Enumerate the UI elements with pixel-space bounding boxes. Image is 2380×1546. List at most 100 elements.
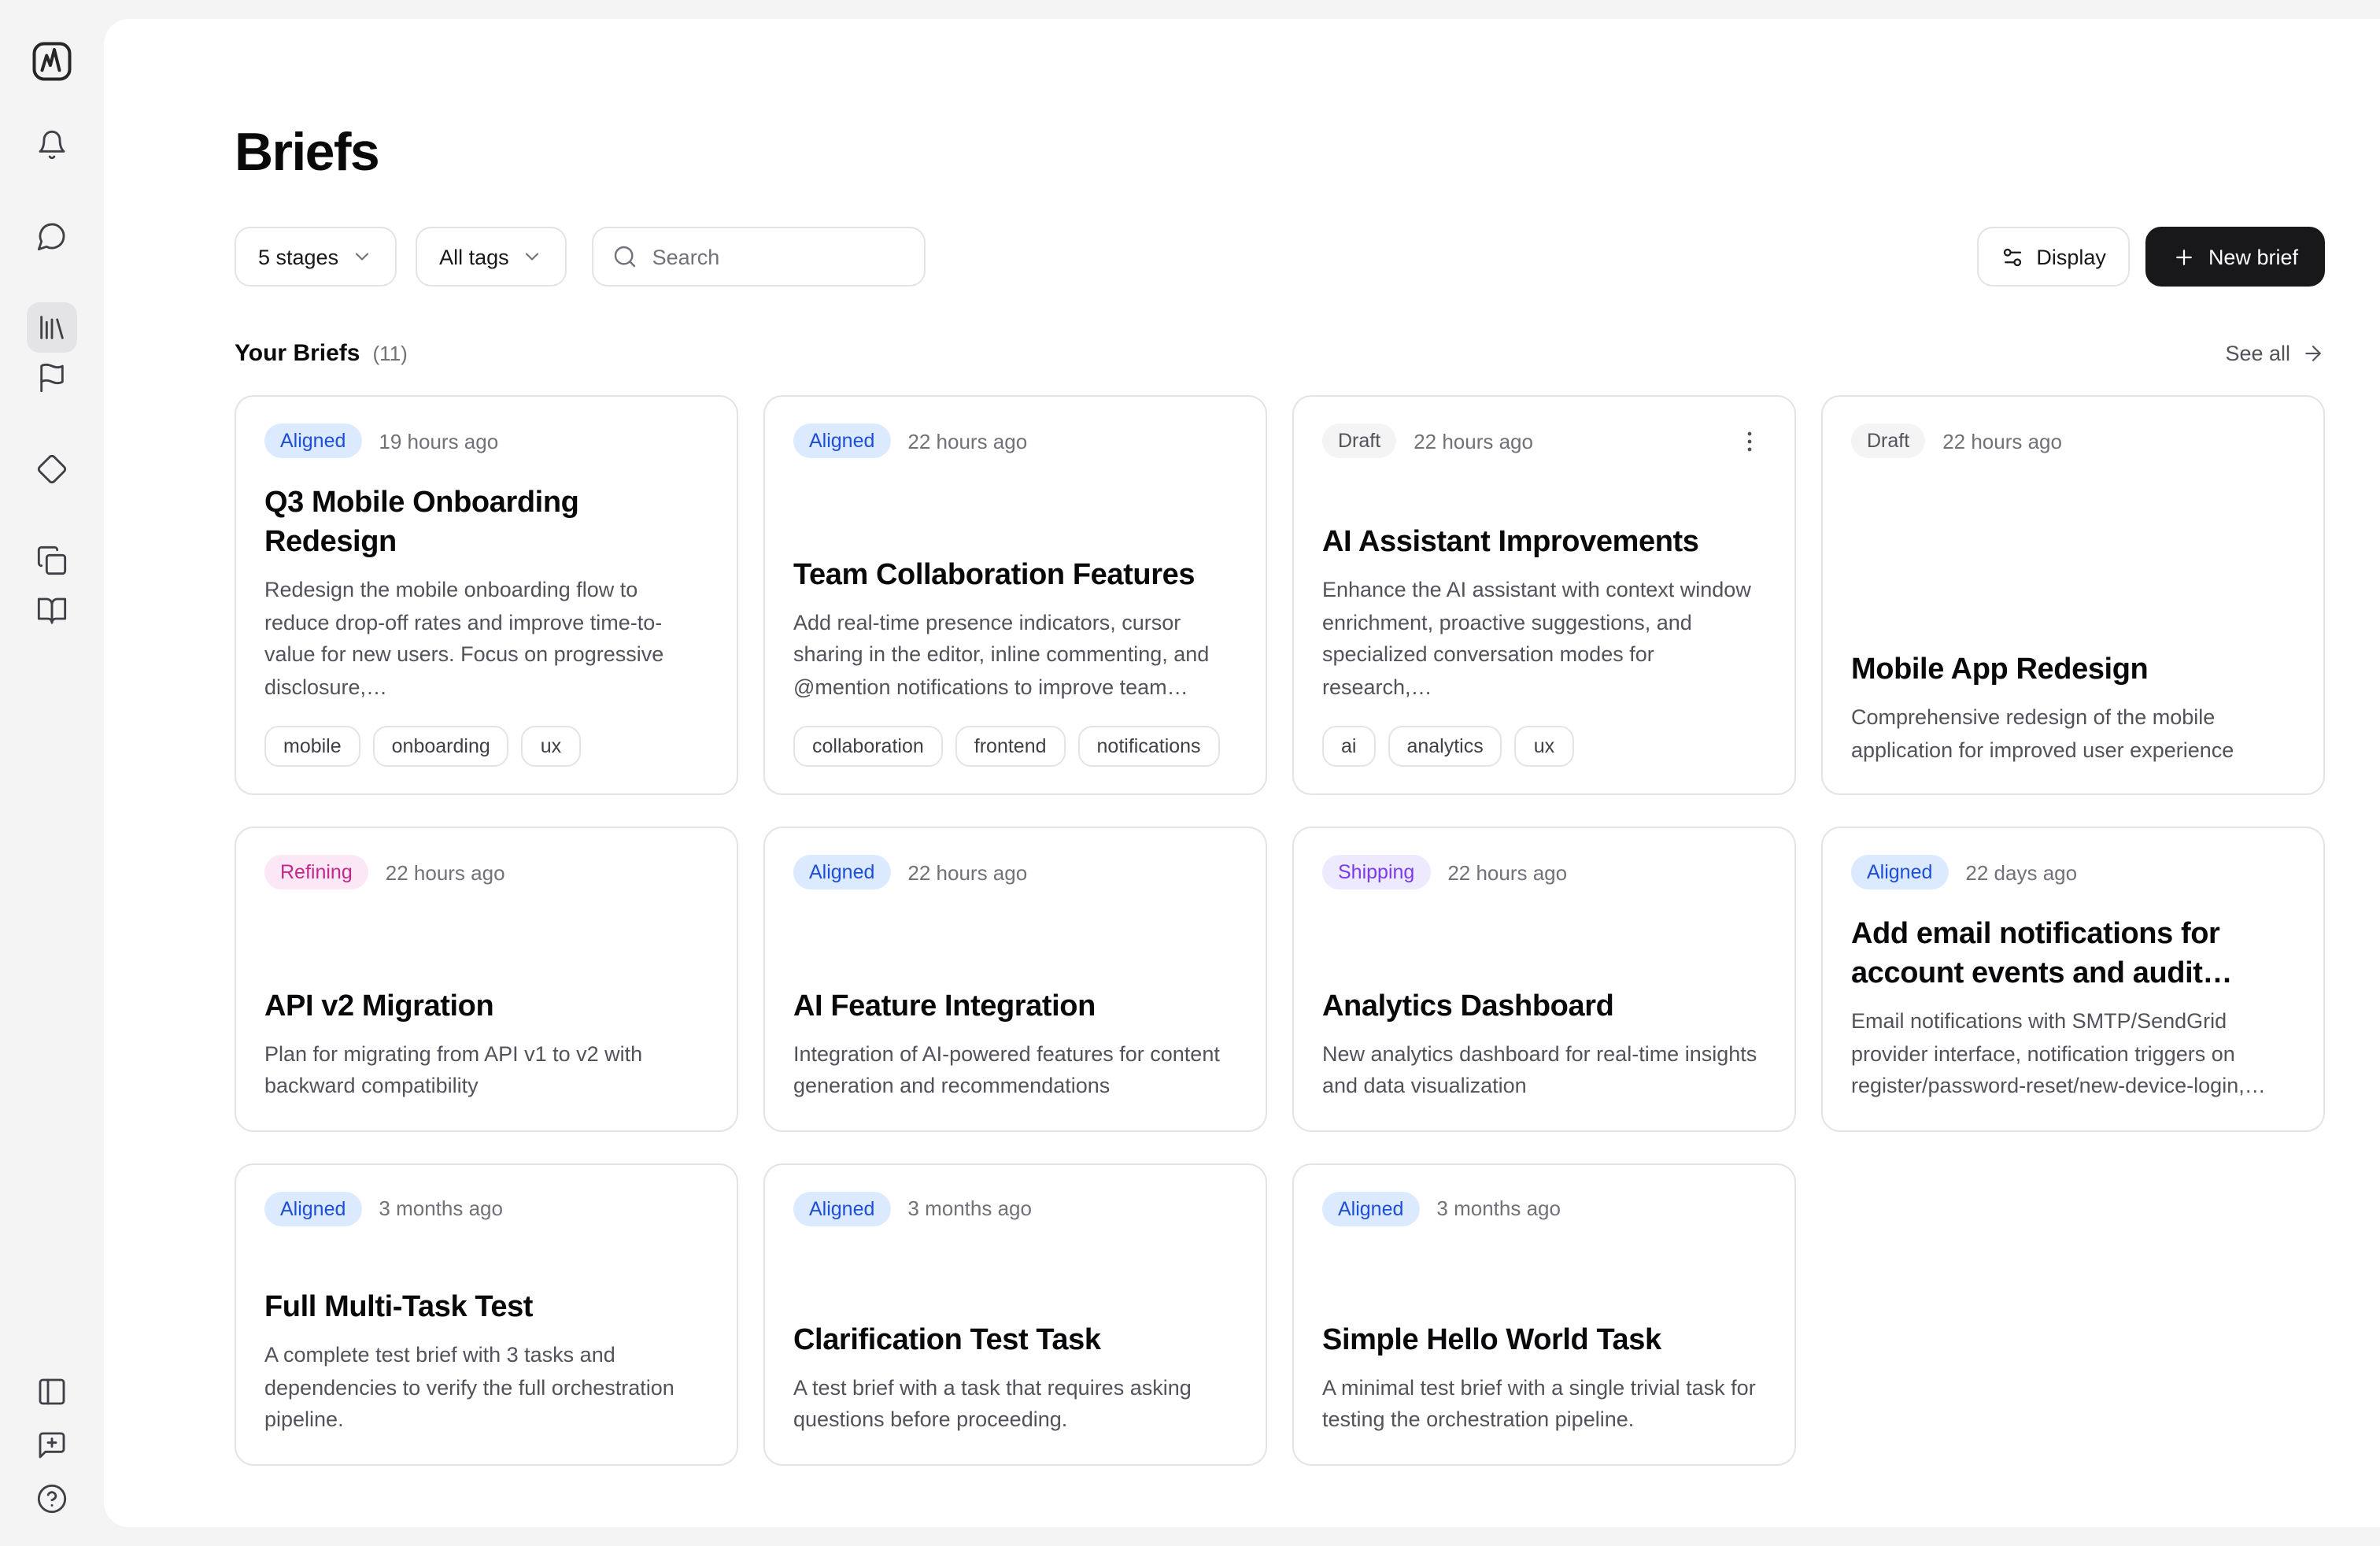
chevron-down-icon bbox=[351, 246, 373, 268]
brief-card[interactable]: Refining 22 hours ago API v2 Migration P… bbox=[235, 827, 738, 1131]
status-badge: Aligned bbox=[264, 1191, 361, 1226]
card-header: Aligned 22 hours ago bbox=[793, 423, 1237, 458]
brief-description: A minimal test brief with a single trivi… bbox=[1322, 1372, 1766, 1437]
copy-icon bbox=[36, 545, 68, 576]
card-timestamp: 22 hours ago bbox=[907, 860, 1027, 884]
search-box bbox=[593, 227, 926, 287]
more-vertical-icon bbox=[1735, 427, 1762, 454]
brief-card[interactable]: Aligned 3 months ago Simple Hello World … bbox=[1292, 1163, 1796, 1465]
card-timestamp: 3 months ago bbox=[907, 1196, 1032, 1220]
sidebar-item-copies[interactable] bbox=[27, 535, 77, 586]
display-button[interactable]: Display bbox=[1976, 227, 2130, 287]
tag-list: mobile onboarding ux bbox=[264, 726, 708, 767]
sidebar-item-toggle-panel[interactable] bbox=[27, 1367, 77, 1417]
new-brief-button[interactable]: New brief bbox=[2145, 227, 2325, 287]
see-all-label: See all bbox=[2225, 342, 2290, 365]
brief-description: Integration of AI-powered features for c… bbox=[793, 1038, 1237, 1103]
sidebar-item-notifications[interactable] bbox=[27, 120, 77, 170]
search-input[interactable] bbox=[652, 245, 906, 268]
tags-filter-dropdown[interactable]: All tags bbox=[416, 227, 567, 287]
arrow-right-icon bbox=[2301, 342, 2325, 365]
status-badge: Aligned bbox=[1851, 855, 1948, 890]
card-body: Team Collaboration Features Add real-tim… bbox=[793, 530, 1237, 767]
brief-description: A test brief with a task that requires a… bbox=[793, 1372, 1237, 1437]
sidebar-item-messages[interactable] bbox=[27, 211, 77, 261]
card-header: Aligned 3 months ago bbox=[793, 1191, 1237, 1226]
card-body: Add email notifications for account even… bbox=[1851, 890, 2295, 1103]
status-badge: Aligned bbox=[793, 855, 890, 890]
brief-card[interactable]: Aligned 19 hours ago Q3 Mobile Onboardin… bbox=[235, 395, 738, 795]
toolbar-right: Display New brief bbox=[1976, 227, 2325, 287]
page-title: Briefs bbox=[235, 123, 2325, 183]
card-timestamp: 22 hours ago bbox=[1447, 860, 1567, 884]
card-body: Full Multi-Task Test A complete test bri… bbox=[264, 1263, 708, 1437]
card-header: Refining 22 hours ago bbox=[264, 855, 708, 890]
search-icon bbox=[613, 244, 638, 269]
card-body: AI Feature Integration Integration of AI… bbox=[793, 961, 1237, 1103]
card-header: Draft 22 hours ago bbox=[1322, 423, 1766, 458]
card-header: Aligned 22 days ago bbox=[1851, 855, 2295, 890]
brief-title: AI Feature Integration bbox=[793, 986, 1237, 1026]
your-briefs-header: Your Briefs (11) See all bbox=[235, 340, 2325, 367]
brief-description: Add real-time presence indicators, curso… bbox=[793, 607, 1237, 704]
library-icon bbox=[36, 312, 68, 343]
card-timestamp: 22 hours ago bbox=[907, 429, 1027, 453]
card-header: Aligned 3 months ago bbox=[1322, 1191, 1766, 1226]
sidebar-item-flags[interactable] bbox=[27, 353, 77, 403]
brief-title: Mobile App Redesign bbox=[1851, 650, 2295, 690]
tag-pill: frontend bbox=[955, 726, 1066, 767]
section-title: Your Briefs bbox=[235, 340, 360, 367]
card-body: API v2 Migration Plan for migrating from… bbox=[264, 961, 708, 1103]
brief-card[interactable]: Aligned 3 months ago Full Multi-Task Tes… bbox=[235, 1163, 738, 1465]
brief-card[interactable]: Draft 22 hours ago Mobile App Redesign C… bbox=[1821, 395, 2325, 795]
brief-card[interactable]: Aligned 22 days ago Add email notificati… bbox=[1821, 827, 2325, 1131]
card-body: Analytics Dashboard New analytics dashbo… bbox=[1322, 961, 1766, 1103]
brief-card[interactable]: Draft 22 hours ago AI Assistant Improvem… bbox=[1292, 395, 1796, 795]
brief-card[interactable]: Aligned 22 hours ago Team Collaboration … bbox=[763, 395, 1267, 795]
status-badge: Aligned bbox=[1322, 1191, 1419, 1226]
stages-filter-dropdown[interactable]: 5 stages bbox=[235, 227, 397, 287]
sidebar-item-help[interactable] bbox=[27, 1474, 77, 1524]
sidebar-item-docs[interactable] bbox=[27, 586, 77, 636]
brief-card[interactable]: Shipping 22 hours ago Analytics Dashboar… bbox=[1292, 827, 1796, 1131]
brief-title: Analytics Dashboard bbox=[1322, 986, 1766, 1026]
card-menu-button[interactable] bbox=[1731, 423, 1766, 458]
sidebar-item-goals[interactable] bbox=[27, 444, 77, 494]
book-open-icon bbox=[36, 595, 68, 627]
tag-pill: onboarding bbox=[373, 726, 509, 767]
tag-pill: mobile bbox=[264, 726, 360, 767]
card-timestamp: 3 months ago bbox=[1436, 1196, 1561, 1220]
tag-pill: ux bbox=[522, 726, 580, 767]
card-body: Simple Hello World Task A minimal test b… bbox=[1322, 1295, 1766, 1437]
display-button-label: Display bbox=[2036, 245, 2106, 268]
brief-description: New analytics dashboard for real-time in… bbox=[1322, 1038, 1766, 1103]
tags-filter-label: All tags bbox=[439, 245, 509, 268]
status-badge: Refining bbox=[264, 855, 368, 890]
brief-card[interactable]: Aligned 22 hours ago AI Feature Integrat… bbox=[763, 827, 1267, 1131]
card-header: Aligned 22 hours ago bbox=[793, 855, 1237, 890]
tag-pill: ai bbox=[1322, 726, 1375, 767]
tag-pill: collaboration bbox=[793, 726, 943, 767]
sidebar-item-feedback[interactable] bbox=[27, 1420, 77, 1470]
app-logo[interactable] bbox=[27, 38, 77, 88]
see-all-your-briefs[interactable]: See all bbox=[2225, 342, 2325, 365]
brief-title: API v2 Migration bbox=[264, 986, 708, 1026]
tag-pill: notifications bbox=[1078, 726, 1220, 767]
card-timestamp: 22 days ago bbox=[1965, 860, 2077, 884]
brief-description: Email notifications with SMTP/SendGrid p… bbox=[1851, 1006, 2295, 1103]
card-timestamp: 19 hours ago bbox=[379, 429, 498, 453]
diamond-icon bbox=[36, 453, 68, 485]
brief-card[interactable]: Aligned 3 months ago Clarification Test … bbox=[763, 1163, 1267, 1465]
brief-description: Plan for migrating from API v1 to v2 wit… bbox=[264, 1038, 708, 1103]
toolbar: 5 stages All tags bbox=[235, 227, 2325, 287]
status-badge: Aligned bbox=[793, 1191, 890, 1226]
tag-pill: ux bbox=[1515, 726, 1573, 767]
tag-list: ai analytics ux bbox=[1322, 726, 1766, 767]
sidebar-item-library[interactable] bbox=[27, 302, 77, 353]
card-header: Aligned 19 hours ago bbox=[264, 423, 708, 458]
brief-title: Add email notifications for account even… bbox=[1851, 915, 2295, 993]
section-count: (11) bbox=[373, 342, 408, 365]
app: Briefs 5 stages All tags bbox=[0, 0, 2380, 1546]
chevron-down-icon bbox=[522, 246, 544, 268]
tag-pill: analytics bbox=[1388, 726, 1502, 767]
